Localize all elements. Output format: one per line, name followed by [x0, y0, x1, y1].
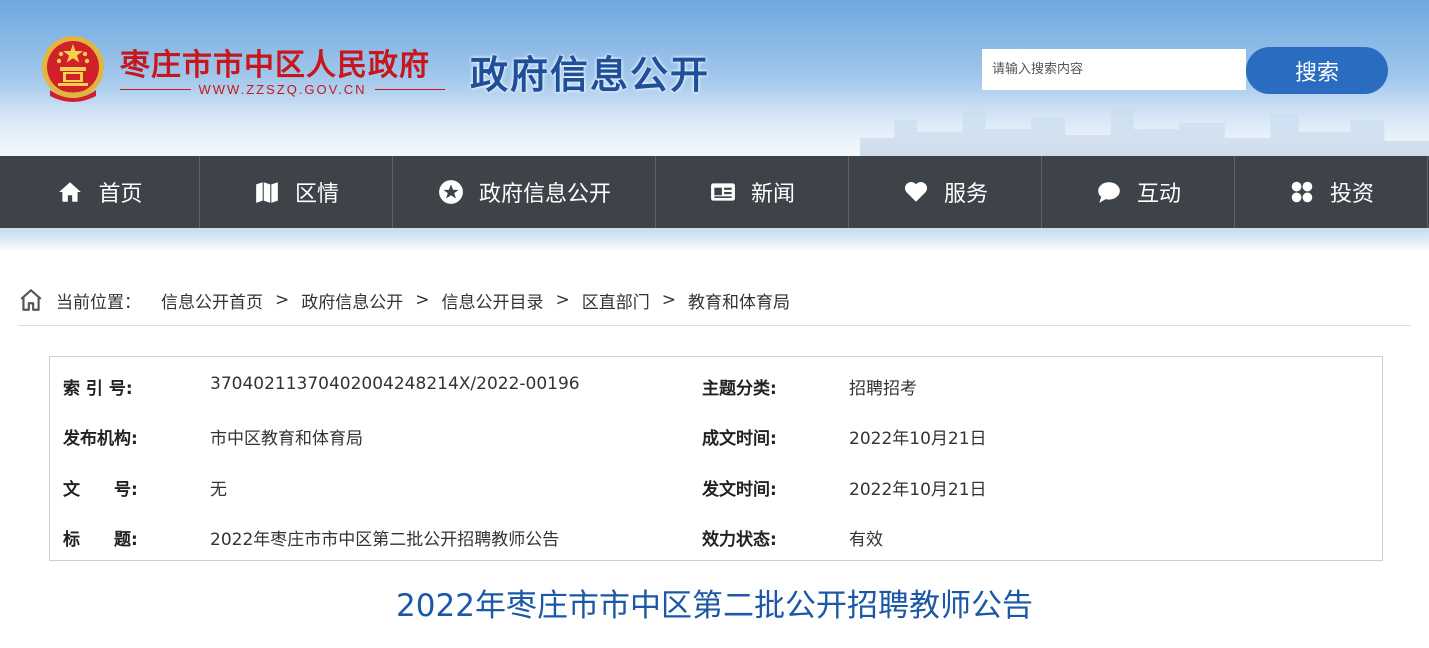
document-info-table: 索 引 号: 37040211370402004248214X/2022-001…	[49, 356, 1383, 561]
breadcrumb-link[interactable]: 信息公开首页	[161, 288, 263, 313]
url-rule-right	[374, 88, 446, 90]
info-key: 成文时间:	[702, 429, 777, 449]
info-value: 37040211370402004248214X/2022-00196	[210, 374, 580, 394]
nav-item-label: 区情	[294, 182, 339, 207]
info-key: 发布机构:	[63, 429, 138, 449]
info-value: 无	[210, 480, 227, 500]
article-title: 2022年枣庄市市中区第二批公开招聘教师公告	[396, 588, 1033, 624]
nav-item-label: 投资	[1329, 182, 1374, 207]
info-row: 标 题: 2022年枣庄市市中区第二批公开招聘教师公告 效力状态: 有效	[50, 510, 1382, 560]
breadcrumb: 当前位置： 信息公开首页 > 政府信息公开 > 信息公开目录 > 区直部门 > …	[18, 287, 790, 313]
info-value: 市中区教育和体育局	[210, 429, 363, 449]
info-value: 2022年10月21日	[849, 429, 987, 449]
site-name: 枣庄市市中区人民政府	[120, 48, 430, 83]
info-key: 效力状态:	[702, 530, 777, 550]
breadcrumb-separator: >	[661, 290, 676, 310]
nav-item-label: 首页	[98, 182, 143, 207]
info-row: 索 引 号: 37040211370402004248214X/2022-001…	[50, 359, 1382, 409]
nav-item-label: 新闻	[750, 182, 795, 207]
breadcrumb-divider	[18, 325, 1411, 326]
header-banner: 枣庄市市中区人民政府 WWW.ZZSZQ.GOV.CN 政府信息公开 搜索	[0, 0, 1429, 156]
breadcrumb-link[interactable]: 政府信息公开	[301, 288, 403, 313]
breadcrumb-link[interactable]: 教育和体育局	[688, 288, 790, 313]
heart-icon	[902, 178, 930, 206]
news-icon	[709, 178, 737, 206]
nav-item-interact[interactable]: 互动	[1042, 156, 1235, 228]
info-value: 2022年枣庄市市中区第二批公开招聘教师公告	[210, 530, 560, 550]
breadcrumb-separator: >	[415, 290, 430, 310]
nav-item-news[interactable]: 新闻	[656, 156, 849, 228]
search-input[interactable]	[982, 49, 1246, 90]
url-rule-left	[120, 88, 191, 90]
breadcrumb-link[interactable]: 信息公开目录	[442, 288, 544, 313]
nav-item-service[interactable]: 服务	[849, 156, 1042, 228]
home-outline-icon	[20, 289, 42, 311]
grid-icon	[1288, 178, 1316, 206]
breadcrumb-link[interactable]: 区直部门	[582, 288, 650, 313]
nav-item-label: 服务	[943, 182, 988, 207]
home-icon	[56, 178, 84, 206]
breadcrumb-label: 当前位置：	[56, 292, 141, 313]
info-key: 标 题:	[63, 530, 138, 550]
chat-icon	[1095, 178, 1123, 206]
info-key: 索 引 号:	[63, 379, 133, 399]
info-value: 招聘招考	[849, 379, 917, 399]
info-value: 2022年10月21日	[849, 480, 987, 500]
site-url: WWW.ZZSZQ.GOV.CN	[198, 81, 367, 97]
info-key: 文 号:	[63, 480, 138, 500]
breadcrumb-separator: >	[555, 290, 570, 310]
info-key: 主题分类:	[702, 379, 777, 399]
info-key: 发文时间:	[702, 480, 777, 500]
national-emblem-icon	[42, 36, 104, 102]
star-icon	[437, 178, 465, 206]
nav-shadow-band	[0, 228, 1429, 252]
section-title: 政府信息公开	[470, 53, 711, 97]
nav-item-home[interactable]: 首页	[0, 156, 200, 228]
info-value: 有效	[849, 530, 883, 550]
nav-item-district[interactable]: 区情	[200, 156, 393, 228]
search-button[interactable]: 搜索	[1246, 47, 1388, 94]
nav-item-gov-info[interactable]: 政府信息公开	[393, 156, 656, 228]
nav-item-label: 政府信息公开	[478, 182, 611, 207]
info-row: 发布机构: 市中区教育和体育局 成文时间: 2022年10月21日	[50, 409, 1382, 459]
site-url-row: WWW.ZZSZQ.GOV.CN	[120, 80, 446, 98]
nav-item-invest[interactable]: 投资	[1235, 156, 1428, 228]
nav-item-label: 互动	[1136, 182, 1181, 207]
breadcrumb-separator: >	[275, 290, 290, 310]
info-row: 文 号: 无 发文时间: 2022年10月21日	[50, 460, 1382, 510]
main-nav: 首页 区情 政府信息公开 新闻 服务 互动 投资	[0, 156, 1429, 228]
map-icon	[253, 178, 281, 206]
